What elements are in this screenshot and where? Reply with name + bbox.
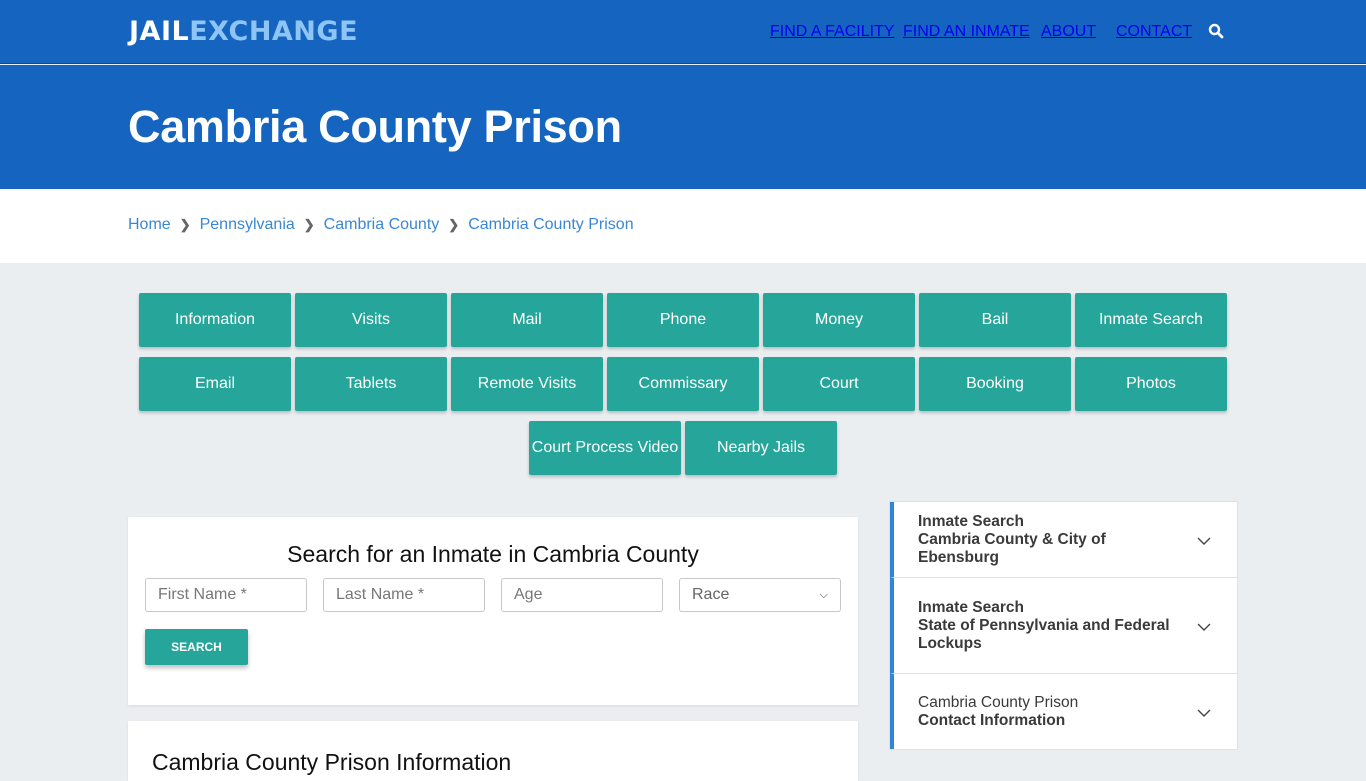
race-select-value: Race xyxy=(692,586,730,603)
breadcrumb-bar: Home ❯ Pennsylvania ❯ Cambria County ❯ C… xyxy=(0,189,1366,263)
topic-button-money[interactable]: Money xyxy=(763,293,915,347)
page-title: Cambria County Prison xyxy=(128,101,622,152)
breadcrumb-county[interactable]: Cambria County xyxy=(324,216,440,234)
accordion-item-line2: Contact Information xyxy=(918,711,1066,729)
accordion-item-county-inmate-search[interactable]: Inmate Search Cambria County & City of E… xyxy=(890,502,1237,578)
topic-button-court[interactable]: Court xyxy=(763,357,915,411)
topic-button-tablets[interactable]: Tablets xyxy=(295,357,447,411)
topic-button-visits[interactable]: Visits xyxy=(295,293,447,347)
search-card-title: Search for an Inmate in Cambria County xyxy=(287,541,699,567)
accordion-item-line2: Cambria County & City of Ebensburg xyxy=(918,530,1106,566)
accordion-item-line1: Inmate Search xyxy=(918,512,1024,530)
search-button[interactable]: SEARCH xyxy=(145,629,248,665)
sidebar-accordion: Inmate Search Cambria County & City of E… xyxy=(889,501,1238,750)
breadcrumb: Home ❯ Pennsylvania ❯ Cambria County ❯ C… xyxy=(128,216,634,234)
first-name-input[interactable]: First Name * xyxy=(145,578,307,612)
top-navbar: JAILEXCHANGE FIND A FACILITY FIND AN INM… xyxy=(0,0,1366,64)
chevron-right-icon: ❯ xyxy=(448,217,460,232)
topic-button-phone[interactable]: Phone xyxy=(607,293,759,347)
topic-button-commissary[interactable]: Commissary xyxy=(607,357,759,411)
breadcrumb-current[interactable]: Cambria County Prison xyxy=(468,216,633,234)
chevron-right-icon: ❯ xyxy=(179,217,191,232)
logo-exchange: EXCHANGE xyxy=(189,16,359,47)
page-header: Cambria County Prison xyxy=(0,65,1366,189)
breadcrumb-home[interactable]: Home xyxy=(128,216,171,234)
accordion-item-line1: Cambria County Prison xyxy=(918,693,1079,711)
chevron-down-icon xyxy=(1197,709,1211,717)
last-name-input[interactable]: Last Name * xyxy=(323,578,485,612)
site-logo[interactable]: JAILEXCHANGE xyxy=(129,16,358,47)
prison-info-card: Cambria County Prison Information xyxy=(128,721,858,781)
info-section-title: Cambria County Prison Information xyxy=(152,749,512,775)
logo-jail: JAIL xyxy=(129,16,190,47)
chevron-down-icon xyxy=(1197,623,1211,631)
topic-button-information[interactable]: Information xyxy=(139,293,291,347)
accordion-item-line1: Inmate Search xyxy=(918,598,1024,616)
topic-button-court-process-video[interactable]: Court Process Video xyxy=(529,421,681,475)
search-icon[interactable] xyxy=(1208,23,1224,39)
race-select[interactable]: Race ⌵ xyxy=(679,578,841,612)
chevron-down-icon xyxy=(1197,537,1211,545)
topic-button-email[interactable]: Email xyxy=(139,357,291,411)
topic-button-booking[interactable]: Booking xyxy=(919,357,1071,411)
chevron-down-icon: ⌵ xyxy=(819,588,828,601)
breadcrumb-state[interactable]: Pennsylvania xyxy=(200,216,295,234)
topic-button-nearby-jails[interactable]: Nearby Jails xyxy=(685,421,837,475)
topic-button-photos[interactable]: Photos xyxy=(1075,357,1227,411)
topic-button-inmate-search[interactable]: Inmate Search xyxy=(1075,293,1227,347)
topic-button-bail[interactable]: Bail xyxy=(919,293,1071,347)
topic-button-mail[interactable]: Mail xyxy=(451,293,603,347)
accordion-item-contact-information[interactable]: Cambria County Prison Contact Informatio… xyxy=(890,674,1237,749)
nav-contact[interactable]: CONTACT xyxy=(1116,0,1366,64)
inmate-search-card: Search for an Inmate in Cambria County F… xyxy=(128,517,858,705)
age-input[interactable]: Age xyxy=(501,578,663,612)
topic-button-remote-visits[interactable]: Remote Visits xyxy=(451,357,603,411)
accordion-item-line2: State of Pennsylvania and Federal Lockup… xyxy=(918,616,1170,652)
accordion-item-state-inmate-search[interactable]: Inmate Search State of Pennsylvania and … xyxy=(890,578,1237,674)
chevron-right-icon: ❯ xyxy=(303,217,315,232)
